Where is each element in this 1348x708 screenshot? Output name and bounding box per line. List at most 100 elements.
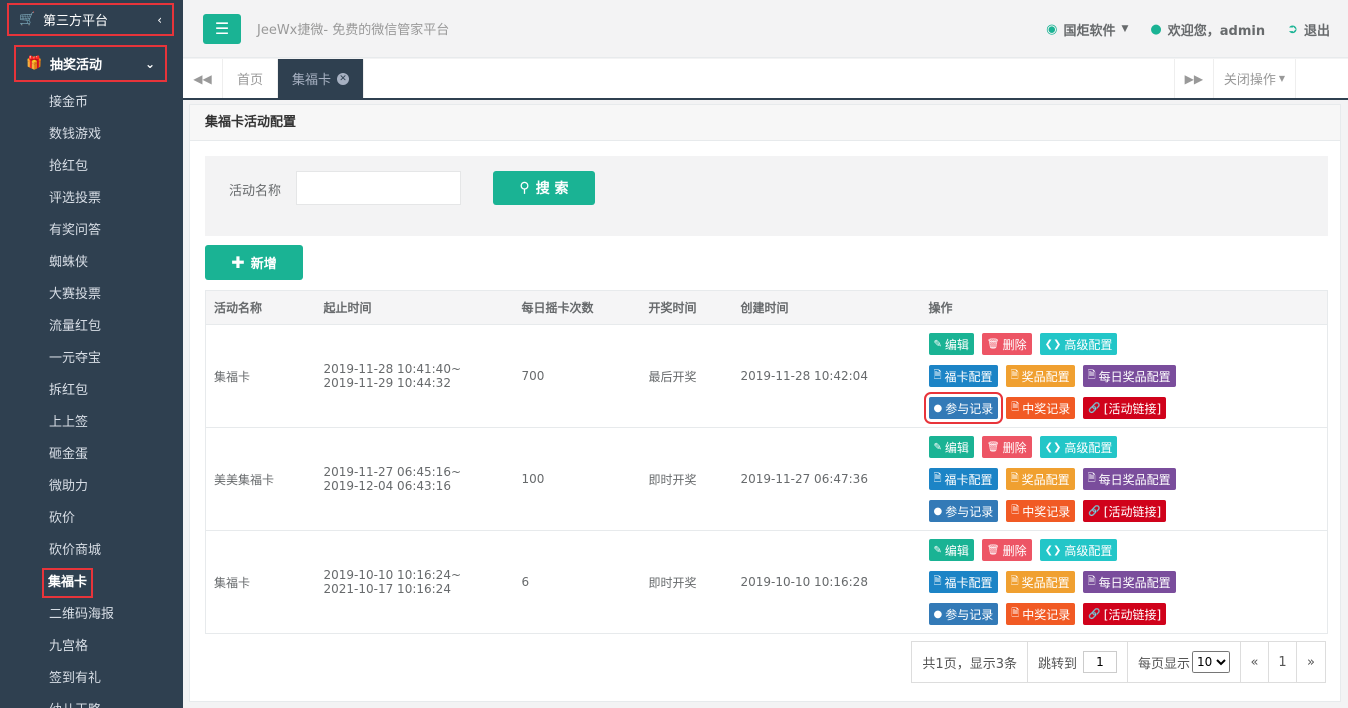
daily-prize-config-button[interactable]: 🗎 每日奖品配置 xyxy=(1082,365,1176,387)
table-cell: 700 xyxy=(513,324,641,428)
sidebar-group-lottery[interactable]: 🎁 抽奖活动 ⌄ xyxy=(14,45,167,82)
gift-icon: 🎁 xyxy=(26,56,43,71)
user-welcome[interactable]: ● 欢迎您，admin xyxy=(1150,20,1265,39)
sidebar-item[interactable]: 砸金蛋 xyxy=(0,439,183,471)
daily-prize-config-button[interactable]: 🗎 每日奖品配置 xyxy=(1082,571,1176,593)
page-1-button[interactable]: 1 xyxy=(1269,642,1297,682)
next-page-button[interactable]: » xyxy=(1297,642,1325,682)
sidebar-item[interactable]: 幼儿王略 xyxy=(0,695,183,708)
sidebar-item[interactable]: 集福卡 xyxy=(0,567,183,599)
activity-link-button[interactable]: 🔗 [活动链接] xyxy=(1083,500,1167,522)
win-records-button[interactable]: 🗎 中奖记录 xyxy=(1006,500,1076,522)
daily-prize-config-button[interactable]: 🗎 每日奖品配置 xyxy=(1082,468,1176,490)
sidebar-item[interactable]: 微助力 xyxy=(0,471,183,503)
search-button[interactable]: ⚲ 搜 索 xyxy=(493,171,595,205)
card-config-button[interactable]: 🗎 福卡配置 xyxy=(928,468,998,490)
edit-button[interactable]: ✎ 编辑 xyxy=(928,436,974,458)
sidebar-item-label: 上上签 xyxy=(49,415,89,430)
sidebar-item[interactable]: 砍价 xyxy=(0,503,183,535)
col-header: 每日摇卡次数 xyxy=(513,290,641,325)
logout-link[interactable]: ➲ 退出 xyxy=(1287,20,1330,39)
action-row: 🗎 福卡配置 🗎 奖品配置 🗎 每日奖品配置 xyxy=(928,468,1328,490)
page-tabs: ◀◀ 首页 集福卡 ✕ ▶▶ 关闭操作 ▼ xyxy=(183,59,1348,100)
activity-link-button[interactable]: 🔗 [活动链接] xyxy=(1083,603,1167,625)
card-config-button[interactable]: 🗎 福卡配置 xyxy=(928,365,998,387)
brand-title: JeeWx捷微- 免费的微信管家平台 xyxy=(257,23,450,38)
win-records-button[interactable]: 🗎 中奖记录 xyxy=(1006,397,1076,419)
delete-button[interactable]: 🗑 删除 xyxy=(981,333,1032,355)
sidebar-item[interactable]: 流量红包 xyxy=(0,311,183,343)
prev-page-button[interactable]: « xyxy=(1241,642,1269,682)
per-page-select[interactable]: 10 xyxy=(1192,651,1230,673)
win-records-button[interactable]: 🗎 中奖记录 xyxy=(1006,603,1076,625)
sidebar-item-label: 评选投票 xyxy=(49,191,102,206)
activity-link-button[interactable]: 🔗 [活动链接] xyxy=(1083,397,1167,419)
edit-button[interactable]: ✎ 编辑 xyxy=(928,539,974,561)
action-label: [活动链接] xyxy=(1103,504,1162,519)
activity-name-input[interactable] xyxy=(296,171,461,205)
tab-home[interactable]: 首页 xyxy=(223,59,279,98)
sidebar-item[interactable]: 蜘蛛侠 xyxy=(0,247,183,279)
sidebar-item[interactable]: 抢红包 xyxy=(0,151,183,183)
action-row: ✎ 编辑 🗑 删除 ❮❯ 高级配置 xyxy=(928,539,1328,561)
menu-icon: ☰ xyxy=(214,19,230,38)
table-cell: 集福卡 xyxy=(205,324,316,428)
sidebar-item[interactable]: 有奖问答 xyxy=(0,215,183,247)
created-time: 2019-11-27 06:47:36 xyxy=(740,472,868,486)
sidebar-item[interactable]: 砍价商城 xyxy=(0,535,183,567)
jump-page-input[interactable] xyxy=(1082,651,1117,673)
prize-config-button[interactable]: 🗎 奖品配置 xyxy=(1005,365,1075,387)
tabs-scroll-left-button[interactable]: ◀◀ xyxy=(183,59,223,98)
delete-button[interactable]: 🗑 删除 xyxy=(981,539,1032,561)
sidebar-item[interactable]: 签到有礼 xyxy=(0,663,183,695)
sidebar-item-label: 签到有礼 xyxy=(49,671,102,686)
join-records-button[interactable]: ● 参与记录 xyxy=(928,500,999,522)
edit-icon: ✎ xyxy=(933,441,942,453)
close-operations-dropdown[interactable]: 关闭操作 ▼ xyxy=(1214,59,1296,98)
advanced-config-button[interactable]: ❮❯ 高级配置 xyxy=(1039,333,1118,355)
end-time: 2019-12-04 06:43:16 xyxy=(323,479,451,493)
search-label: 活动名称 xyxy=(229,184,282,199)
prize-config-button[interactable]: 🗎 奖品配置 xyxy=(1005,468,1075,490)
sidebar-item[interactable]: 九宫格 xyxy=(0,631,183,663)
action-label: 编辑 xyxy=(944,440,969,455)
menu-toggle-button[interactable]: ☰ xyxy=(203,13,241,44)
table-cell: 6 xyxy=(513,530,641,634)
join-records-button[interactable]: ● 参与记录 xyxy=(928,603,999,625)
sidebar-item-label: 抢红包 xyxy=(49,159,89,174)
link-icon: 🔗 xyxy=(1088,608,1101,620)
table-cell: 即时开奖 xyxy=(640,427,733,531)
delete-button[interactable]: 🗑 删除 xyxy=(981,436,1032,458)
sidebar-item[interactable]: 接金币 xyxy=(0,87,183,119)
sidebar-item[interactable]: 评选投票 xyxy=(0,183,183,215)
prize-config-button[interactable]: 🗎 奖品配置 xyxy=(1005,571,1075,593)
sidebar-item-label: 数钱游戏 xyxy=(49,127,102,142)
company-dropdown[interactable]: ◉ 国炬软件 ▼ xyxy=(1046,20,1128,39)
created-time: 2019-11-28 10:42:04 xyxy=(740,369,868,383)
close-icon[interactable]: ✕ xyxy=(337,72,350,85)
tab-current[interactable]: 集福卡 ✕ xyxy=(278,59,365,98)
search-icon: ⚲ xyxy=(519,180,530,196)
sidebar-item[interactable]: 二维码海报 xyxy=(0,599,183,631)
join-records-button[interactable]: ● 参与记录 xyxy=(923,392,1004,424)
sidebar-item[interactable]: 数钱游戏 xyxy=(0,119,183,151)
sidebar-item[interactable]: 拆红包 xyxy=(0,375,183,407)
per-page-label: 每页显示 xyxy=(1137,656,1190,672)
card-config-button[interactable]: 🗎 福卡配置 xyxy=(928,571,998,593)
daily-times: 100 xyxy=(521,472,545,486)
sidebar-group-third-party[interactable]: 🛒 第三方平台 ‹ xyxy=(7,3,174,36)
sidebar-item-label: 有奖问答 xyxy=(49,223,102,238)
sidebar: 🛒 第三方平台 ‹ 🎁 抽奖活动 ⌄ 接金币数钱游戏抢红包评选投票有奖问答蜘蛛侠… xyxy=(0,0,183,708)
sidebar-item[interactable]: 一元夺宝 xyxy=(0,343,183,375)
advanced-config-button[interactable]: ❮❯ 高级配置 xyxy=(1039,436,1118,458)
activity-name: 集福卡 xyxy=(214,575,251,590)
action-row: ✎ 编辑 🗑 删除 ❮❯ 高级配置 xyxy=(928,333,1328,355)
action-row: ● 参与记录 🗎 中奖记录 🔗 [活动链接] xyxy=(923,392,1328,424)
edit-button[interactable]: ✎ 编辑 xyxy=(928,333,974,355)
sidebar-item[interactable]: 上上签 xyxy=(0,407,183,439)
sidebar-item[interactable]: 大赛投票 xyxy=(0,279,183,311)
advanced-config-button[interactable]: ❮❯ 高级配置 xyxy=(1039,539,1118,561)
tabs-scroll-right-button[interactable]: ▶▶ xyxy=(1173,59,1214,98)
action-label: 高级配置 xyxy=(1064,543,1113,558)
add-button[interactable]: ✚ 新增 xyxy=(205,245,303,280)
